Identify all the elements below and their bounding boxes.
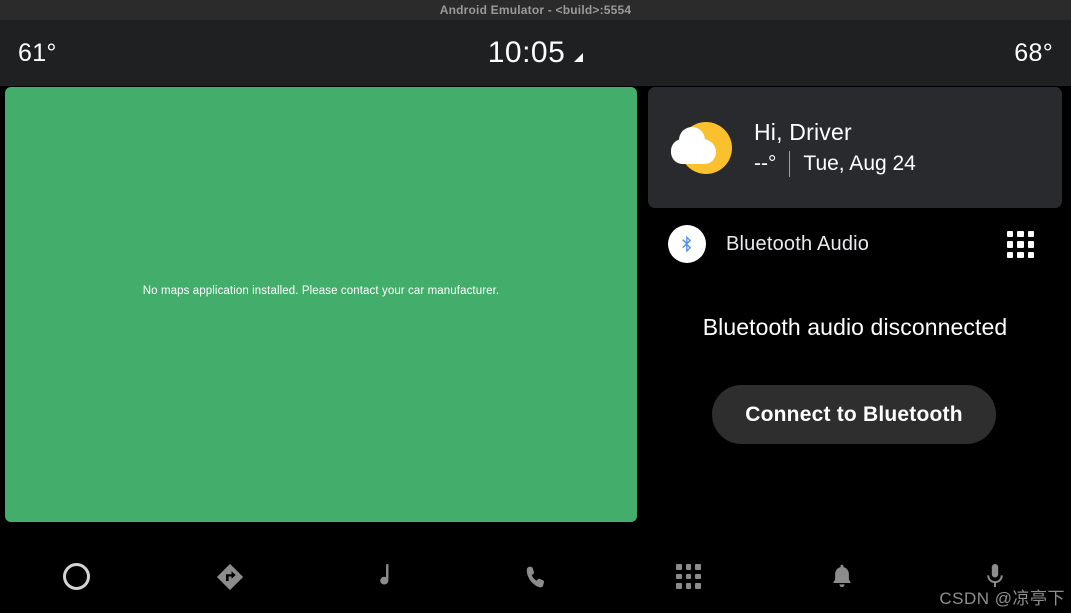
media-card: Bluetooth Audio Bluetooth audio disconne… [648, 222, 1062, 522]
grid-cell [676, 573, 682, 580]
nav-item-apps[interactable] [612, 540, 765, 613]
nav-item-assistant[interactable] [918, 540, 1071, 613]
cloud-shape [671, 126, 716, 164]
emulator-window-title: Android Emulator - <build>:5554 [439, 3, 632, 17]
weather-temperature: --° [754, 151, 777, 175]
right-column: Hi, Driver --° Tue, Aug 24 Bluetooth Aud… [648, 87, 1062, 524]
weather-date: Tue, Aug 24 [803, 151, 916, 175]
app-grid-icon[interactable] [1007, 231, 1034, 258]
grid-cell [1007, 231, 1014, 238]
bell-glyph [832, 564, 851, 587]
app-grid-icon [676, 564, 701, 589]
grid-cell [685, 564, 692, 570]
signal-triangle-icon [574, 52, 584, 62]
nav-item-phone[interactable] [459, 540, 612, 613]
bluetooth-icon [668, 225, 706, 263]
navigation-glyph [216, 563, 243, 590]
weather-subline: --° Tue, Aug 24 [754, 150, 916, 177]
weather-text-group: Hi, Driver --° Tue, Aug 24 [754, 119, 916, 177]
grid-cell [1017, 241, 1024, 248]
weather-divider [789, 150, 791, 177]
music-note-glyph [379, 563, 388, 584]
media-header: Bluetooth Audio [668, 222, 1052, 266]
grid-cell [1027, 251, 1034, 258]
microphone-glyph [986, 563, 1003, 587]
weather-greeting-card[interactable]: Hi, Driver --° Tue, Aug 24 [648, 87, 1062, 208]
sun-behind-cloud-icon [671, 117, 733, 179]
emulator-title-bar: Android Emulator - <build>:5554 [0, 0, 1071, 20]
grid-cell [1007, 241, 1014, 248]
bottom-nav-bar [0, 540, 1071, 613]
nav-item-notifications[interactable] [765, 540, 918, 613]
grid-cell [1017, 251, 1024, 258]
grid-cell [676, 583, 682, 589]
map-empty-message: No maps application installed. Please co… [142, 284, 500, 297]
grid-cell [685, 583, 692, 589]
grid-cell [1017, 231, 1024, 238]
main-content: No maps application installed. Please co… [0, 86, 1071, 540]
grid-cell [1027, 231, 1034, 238]
media-status-text: Bluetooth audio disconnected [702, 314, 1008, 340]
home-circle-icon [63, 563, 90, 590]
connect-to-bluetooth-button[interactable]: Connect to Bluetooth [712, 385, 996, 444]
grid-cell [1027, 241, 1034, 248]
music-note-icon [370, 562, 396, 592]
map-panel[interactable]: No maps application installed. Please co… [5, 87, 637, 522]
nav-item-media[interactable] [306, 540, 459, 613]
status-clock: 10:05 [487, 36, 566, 69]
phone-glyph [526, 566, 544, 587]
grid-cell [676, 564, 682, 570]
grid-cell [695, 564, 701, 570]
grid-cell [695, 583, 701, 589]
bluetooth-glyph [682, 235, 692, 253]
phone-handset-icon [522, 563, 550, 591]
bell-icon [829, 563, 855, 591]
navigation-diamond-icon [215, 562, 245, 592]
grid-cell [685, 573, 692, 580]
status-bar: 61° 10:05 68° [0, 20, 1071, 86]
media-source-name: Bluetooth Audio [726, 232, 870, 255]
nav-item-navigation[interactable] [153, 540, 306, 613]
microphone-icon [983, 562, 1007, 592]
grid-cell [1007, 251, 1014, 258]
status-temp-right: 68° [1014, 38, 1053, 67]
grid-cell [695, 573, 701, 580]
nav-item-home[interactable] [0, 540, 153, 613]
status-clock-group: 10:05 [0, 36, 1071, 70]
greeting-text: Hi, Driver [754, 118, 852, 145]
